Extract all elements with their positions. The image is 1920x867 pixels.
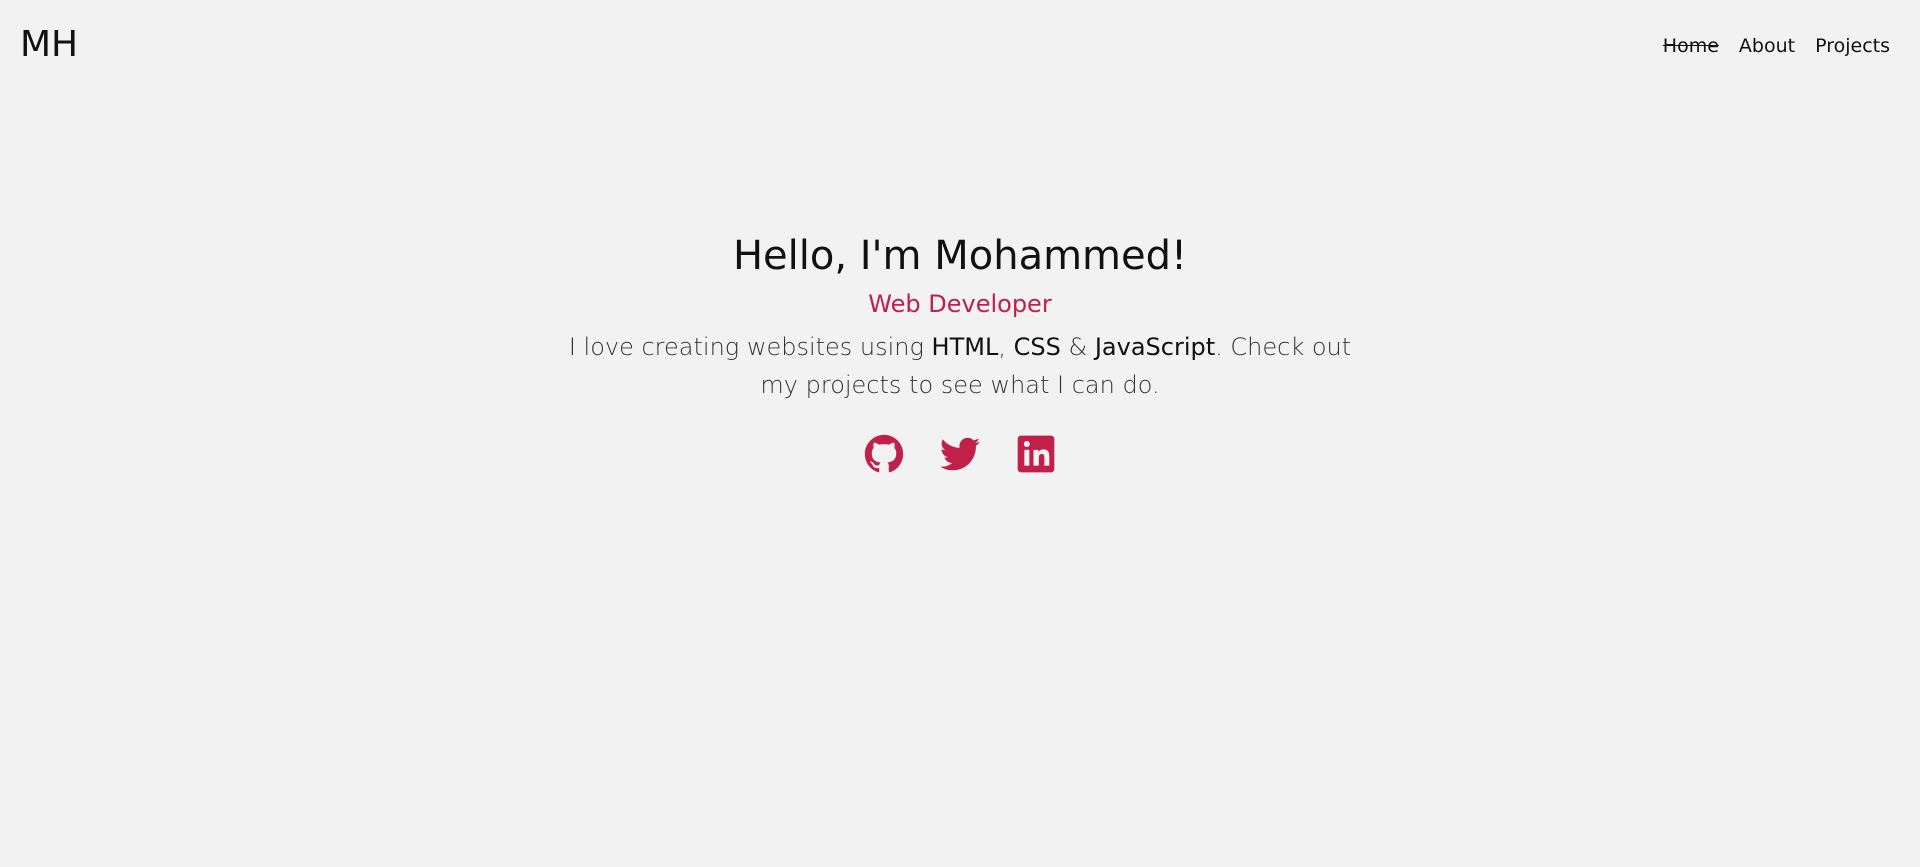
- github-icon[interactable]: [864, 434, 904, 474]
- desc-css: CSS: [1013, 333, 1061, 361]
- linkedin-icon[interactable]: [1016, 434, 1056, 474]
- desc-amp: &: [1060, 333, 1095, 361]
- main-nav: Home About Projects: [1663, 35, 1890, 57]
- nav-link-about[interactable]: About: [1739, 35, 1795, 57]
- desc-text-1: I love creating websites using: [568, 333, 932, 361]
- hero-section: Hello, I'm Mohammed! Web Developer I lov…: [0, 228, 1920, 474]
- nav-link-home[interactable]: Home: [1663, 35, 1719, 57]
- hero-subtitle: Web Developer: [868, 290, 1052, 318]
- desc-javascript: JavaScript: [1094, 333, 1216, 361]
- hero-description: I love creating websites using HTML, CSS…: [550, 328, 1370, 404]
- desc-comma: ,: [998, 333, 1014, 361]
- desc-html: HTML: [931, 333, 999, 361]
- site-header: MH Home About Projects: [0, 0, 1920, 92]
- hero-title: Hello, I'm Mohammed!: [732, 233, 1188, 279]
- twitter-icon[interactable]: [940, 434, 980, 474]
- site-logo[interactable]: MH: [20, 24, 78, 65]
- nav-link-projects[interactable]: Projects: [1815, 35, 1890, 57]
- social-links: [0, 434, 1920, 474]
